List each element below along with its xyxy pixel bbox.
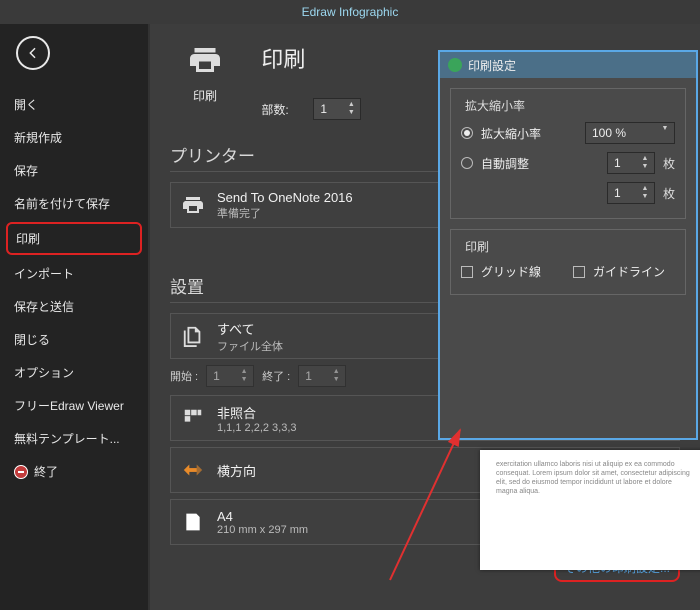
sidebar-item-print[interactable]: 印刷 — [6, 222, 142, 255]
scale-fieldset: 拡大縮小率 拡大縮小率 100 % ▼ 自動調整 1 ▲▼ 枚 1 ▲▼ 枚 — [450, 88, 686, 219]
end-label: 終了 : — [262, 368, 290, 384]
back-arrow-icon — [24, 44, 42, 62]
orientation-main: 横方向 — [217, 461, 256, 480]
fit-width-input[interactable]: 1 ▲▼ — [607, 152, 655, 174]
paper-main: A4 — [217, 509, 308, 524]
fit-height-input[interactable]: 1 ▲▼ — [607, 182, 655, 204]
dialog-title: 印刷設定 — [468, 57, 516, 74]
pages-sub: ファイル全体 — [217, 338, 283, 354]
collate-icon — [179, 404, 207, 432]
start-label: 開始 : — [170, 368, 198, 384]
back-button[interactable] — [16, 36, 50, 70]
collate-sub: 1,1,1 2,2,2 3,3,3 — [217, 422, 297, 434]
sidebar-item-save[interactable]: 保存 — [0, 154, 148, 187]
app-title: Edraw Infographic — [0, 0, 700, 24]
radio-scale[interactable] — [461, 127, 473, 139]
sidebar-item-viewer[interactable]: フリーEdraw Viewer — [0, 389, 148, 422]
sidebar-item-close[interactable]: 閉じる — [0, 323, 148, 356]
copies-up[interactable]: ▲ — [344, 101, 358, 109]
sidebar-item-exit[interactable]: 終了 — [0, 455, 148, 488]
paper-sub: 210 mm x 297 mm — [217, 524, 308, 536]
guide-label: ガイドライン — [593, 263, 665, 280]
backstage-sidebar: 開く 新規作成 保存 名前を付けて保存 印刷 インポート 保存と送信 閉じる オ… — [0, 24, 150, 610]
sidebar-item-import[interactable]: インポート — [0, 257, 148, 290]
printer-name: Send To OneNote 2016 — [217, 190, 353, 205]
pages-main: すべて — [217, 319, 283, 338]
sidebar-item-save-send[interactable]: 保存と送信 — [0, 290, 148, 323]
grid-checkbox[interactable] — [461, 266, 473, 278]
sidebar-item-new[interactable]: 新規作成 — [0, 121, 148, 154]
copies-down[interactable]: ▼ — [344, 109, 358, 117]
print-fieldset: 印刷 グリッド線 ガイドライン — [450, 229, 686, 295]
copies-value: 1 — [320, 102, 327, 116]
page-title: 印刷 — [261, 42, 361, 74]
print-settings-dialog: 印刷設定 拡大縮小率 拡大縮小率 100 % ▼ 自動調整 1 ▲▼ 枚 1 ▲… — [438, 50, 698, 440]
start-input[interactable]: 1 ▲▼ — [206, 365, 254, 387]
dialog-icon — [448, 58, 462, 72]
grid-label: グリッド線 — [481, 263, 541, 280]
scale-value-input[interactable]: 100 % ▼ — [585, 122, 675, 144]
copies-label: 部数: — [261, 101, 301, 118]
sidebar-item-templates[interactable]: 無料テンプレート... — [0, 422, 148, 455]
pages-icon — [179, 322, 207, 350]
paper-icon — [179, 508, 207, 536]
sidebar-item-open[interactable]: 開く — [0, 88, 148, 121]
exit-icon — [14, 465, 28, 479]
fit-unit: 枚 — [663, 155, 675, 172]
radio-scale-label: 拡大縮小率 — [481, 125, 541, 142]
sidebar-item-options[interactable]: オプション — [0, 356, 148, 389]
printer-icon — [185, 42, 225, 78]
copies-input[interactable]: 1 ▲▼ — [313, 98, 361, 120]
print-icon-caption[interactable]: 印刷 — [170, 87, 240, 104]
end-input[interactable]: 1 ▲▼ — [298, 365, 346, 387]
print-preview: exercitation ullamco laboris nisi ut ali… — [480, 450, 700, 570]
printer-status: 準備完了 — [217, 205, 353, 221]
sidebar-item-save-as[interactable]: 名前を付けて保存 — [0, 187, 148, 220]
dialog-titlebar[interactable]: 印刷設定 — [440, 52, 696, 78]
fit-unit-2: 枚 — [663, 185, 675, 202]
guide-checkbox[interactable] — [573, 266, 585, 278]
radio-fit[interactable] — [461, 157, 473, 169]
scale-legend: 拡大縮小率 — [461, 97, 529, 114]
exit-label: 終了 — [34, 463, 58, 480]
collate-main: 非照合 — [217, 403, 297, 422]
orientation-icon — [179, 456, 207, 484]
printer-row-icon — [179, 191, 207, 219]
radio-fit-label: 自動調整 — [481, 155, 529, 172]
print-legend: 印刷 — [461, 238, 493, 255]
